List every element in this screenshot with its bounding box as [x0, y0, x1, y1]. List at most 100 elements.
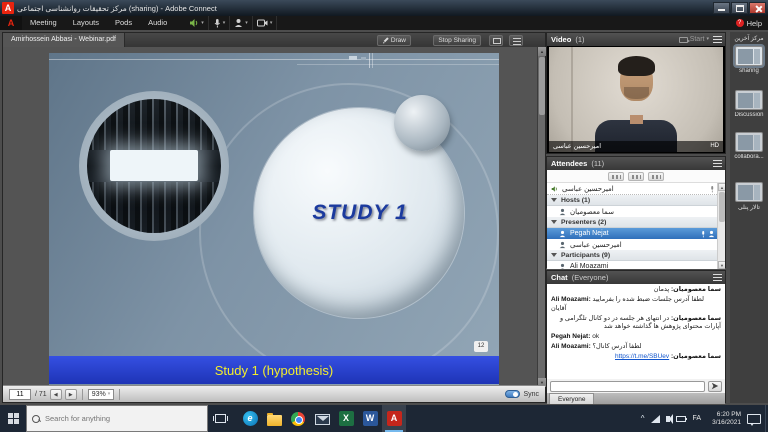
slide-deco-line	[369, 53, 370, 68]
attendees-scrollbar[interactable]: ▲ ▼	[717, 183, 725, 269]
attendee-view-button[interactable]	[608, 172, 624, 181]
chat-messages: سما معصومیانپدمان Ali Moazamiلطفا آدرس ج…	[547, 284, 725, 379]
previous-page-button[interactable]: ◀	[50, 389, 62, 400]
attendee-row-selected[interactable]: Pegah Nejat	[547, 228, 719, 239]
share-pod-menu-button[interactable]	[509, 35, 523, 46]
scroll-up-icon[interactable]: ▲	[538, 47, 546, 56]
minimize-icon	[718, 9, 725, 11]
network-icon[interactable]	[649, 405, 662, 432]
scroll-up-icon[interactable]: ▲	[718, 183, 725, 191]
scroll-down-icon[interactable]: ▼	[718, 261, 725, 269]
chat-text: پدمان	[654, 286, 669, 293]
share-document-tab[interactable]: Amirhossein Abbasi - Webinar.pdf	[3, 33, 125, 47]
search-input[interactable]	[45, 414, 195, 423]
attendee-row[interactable]: امیرحسین عباسی	[547, 239, 719, 250]
menu-audio[interactable]: Audio	[140, 16, 175, 30]
zoom-value: 93%	[92, 391, 106, 398]
workspace: Amirhossein Abbasi - Webinar.pdf Draw St…	[0, 30, 768, 405]
zoom-select[interactable]: 93% ▾	[88, 389, 115, 400]
slide-page-badge: 12	[474, 341, 488, 352]
chat-link[interactable]: https://t.me/SBUev	[615, 353, 669, 360]
volume-icon[interactable]	[662, 405, 675, 432]
language-indicator[interactable]: FA	[688, 415, 707, 422]
chat-sender: Ali Moazami	[551, 296, 593, 303]
chat-message: سما معصومیانپدمان	[551, 286, 721, 295]
chat-message: سما معصومیانhttps://t.me/SBUev	[551, 353, 721, 362]
layout-sharing[interactable]: sharing	[730, 46, 768, 74]
attendee-row[interactable]: Ali Moazami	[547, 261, 719, 269]
chat-pod-menu-icon[interactable]	[713, 274, 722, 281]
layout-custom[interactable]: تالار پنلی	[730, 182, 768, 211]
group-hosts[interactable]: Hosts (1)	[547, 195, 719, 206]
task-view-button[interactable]	[208, 405, 232, 432]
attendee-name: امیرحسین عباسی	[570, 241, 622, 249]
menu-pods[interactable]: Pods	[107, 16, 140, 30]
menu-meeting[interactable]: Meeting	[22, 16, 65, 30]
send-message-button[interactable]	[708, 381, 722, 392]
chevron-down-icon: ▾	[706, 33, 709, 46]
start-button[interactable]	[0, 405, 26, 432]
chevron-down-icon: ▾	[245, 20, 248, 26]
breakout-view-button[interactable]	[628, 172, 644, 181]
video-pod-title: Video	[551, 35, 571, 44]
chat-pod: Chat (Everyone) سما معصومیانپدمان Ali Mo…	[546, 270, 726, 403]
battery-icon[interactable]	[675, 405, 688, 432]
tray-expand-icon[interactable]: ^	[637, 414, 649, 423]
layout-discussion[interactable]: Discussion	[730, 90, 768, 118]
taskbar-clock[interactable]: 6:20 PM 3/16/2021	[706, 411, 747, 427]
maximize-button[interactable]	[731, 2, 748, 14]
chat-tab-everyone[interactable]: Everyone	[549, 393, 594, 404]
edge-icon[interactable]	[238, 405, 262, 432]
layout-thumbnail	[735, 90, 763, 110]
status-menu-button[interactable]: ▾	[230, 16, 253, 30]
group-presenters[interactable]: Presenters (2)	[547, 217, 719, 228]
chrome-icon[interactable]	[286, 405, 310, 432]
page-number-input[interactable]	[9, 389, 31, 400]
draw-label: Draw	[391, 36, 406, 45]
volume-glyph	[666, 416, 670, 422]
taskbar-search[interactable]	[26, 405, 208, 432]
active-speaker-row: امیرحسین عباسی	[547, 183, 719, 195]
group-participants[interactable]: Participants (9)	[547, 250, 719, 261]
stop-sharing-button[interactable]: Stop Sharing	[433, 35, 481, 46]
window-title: مرکز تحقیقات روانشناسی اجتماعی (sharing)…	[17, 4, 712, 13]
photo-skylight	[110, 150, 198, 181]
scrollbar-thumb[interactable]	[719, 192, 725, 222]
attendee-row[interactable]: سما معصومیان	[547, 206, 719, 217]
adobe-connect-taskbar-icon[interactable]	[382, 405, 406, 432]
menu-layouts[interactable]: Layouts	[65, 16, 107, 30]
next-page-button[interactable]: ▶	[65, 389, 77, 400]
help-button[interactable]: ? Help	[736, 19, 768, 28]
video-name-bar: امیرحسین عباسی HD	[549, 141, 723, 152]
chevron-down-icon: ▾	[201, 20, 204, 26]
minimize-button[interactable]	[713, 2, 730, 14]
excel-icon[interactable]	[334, 405, 358, 432]
video-pod-menu-icon[interactable]	[713, 36, 722, 43]
status-view-button[interactable]	[648, 172, 664, 181]
chat-input-row	[547, 379, 725, 393]
fullscreen-button[interactable]	[489, 35, 503, 46]
layout-label: collabora...	[730, 154, 768, 160]
close-button[interactable]	[749, 2, 766, 14]
webcam-menu-button[interactable]: ▾	[253, 16, 278, 30]
share-scrollbar[interactable]: ▲ ▼	[537, 47, 545, 387]
slide-title: STUDY 1	[282, 201, 438, 225]
taskbar-icons	[238, 405, 406, 432]
attendees-pod-menu-icon[interactable]	[713, 160, 722, 167]
chat-tab-bar: Everyone	[547, 393, 725, 404]
draw-button[interactable]: Draw	[377, 35, 411, 46]
layout-collaboration[interactable]: collabora...	[730, 132, 768, 160]
word-icon[interactable]	[358, 405, 382, 432]
scrollbar-thumb[interactable]	[539, 57, 545, 115]
word-glyph	[363, 411, 378, 426]
mail-icon[interactable]	[310, 405, 334, 432]
chat-input[interactable]	[550, 381, 705, 392]
system-tray: ^ FA 6:20 PM 3/16/2021	[637, 405, 768, 432]
file-explorer-icon[interactable]	[262, 405, 286, 432]
microphone-menu-button[interactable]: ▾	[209, 16, 231, 30]
sync-toggle[interactable]: Sync	[505, 390, 539, 398]
speaker-menu-button[interactable]: ▾	[185, 16, 209, 30]
start-webcam-button[interactable]: Start ▾	[679, 33, 709, 46]
action-center-icon[interactable]	[747, 414, 761, 424]
chat-sender: Ali Moazami	[551, 343, 593, 350]
